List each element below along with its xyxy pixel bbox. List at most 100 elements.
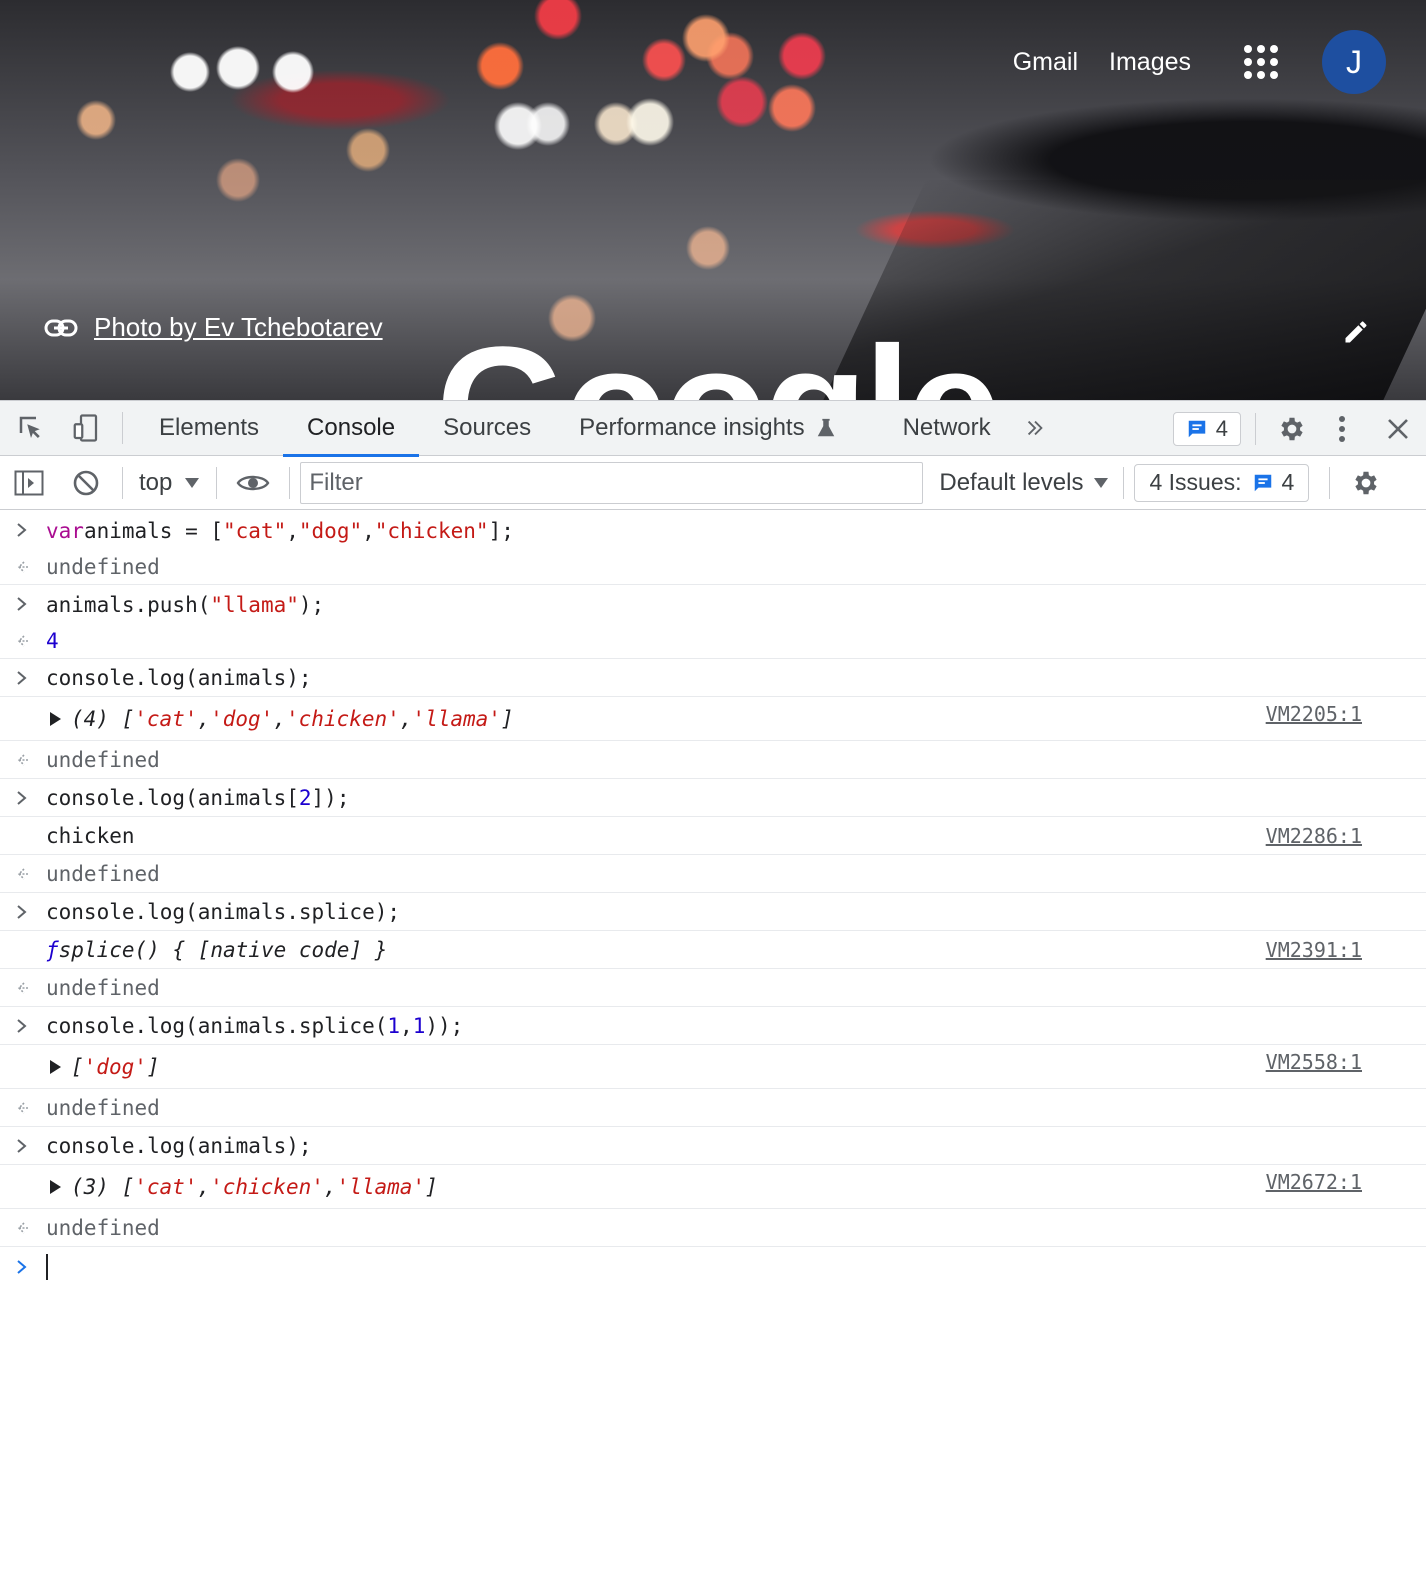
code-text: console.log(animals.splice); <box>46 899 401 924</box>
settings-gear-icon[interactable] <box>1270 401 1314 456</box>
input-chevron-icon <box>17 597 27 611</box>
divider <box>289 466 291 499</box>
devtools-tab-bar: Elements Console Sources Performance ins… <box>0 401 1426 457</box>
code-text: ]); <box>311 785 350 810</box>
context-select[interactable]: top <box>123 469 216 497</box>
console-input-line: animals.push("llama"); <box>0 585 1426 623</box>
code-text: console.log(animals); <box>46 665 312 690</box>
log-value: chicken <box>46 823 135 848</box>
top-links: Gmail Images J <box>1013 30 1386 94</box>
code-number: 1 <box>412 1013 426 1038</box>
array-item: 'dog' <box>210 706 274 731</box>
issues-message-icon <box>1254 474 1271 491</box>
array-preview: (3) [ <box>71 1174 135 1199</box>
source-link[interactable]: VM2672:1 <box>1266 1170 1362 1194</box>
array-sep: , <box>197 1174 211 1199</box>
input-chevron-icon <box>17 523 27 537</box>
input-chevron-icon <box>17 790 27 805</box>
tab-performance-insights[interactable]: Performance insights <box>555 401 860 456</box>
source-link[interactable]: VM2391:1 <box>1266 938 1362 962</box>
input-chevron-icon <box>17 1138 27 1153</box>
function-symbol: ƒ <box>46 937 59 962</box>
photo-credit: Photo by Ev Tchebotarev <box>44 312 383 343</box>
console-toolbar: top Default levels 4 Issues: <box>0 456 1426 510</box>
messages-badge-button[interactable]: 4 <box>1172 411 1241 446</box>
array-item: 'chicken' <box>210 1174 324 1199</box>
issues-count: 4 <box>1281 469 1295 495</box>
device-toolbar-icon[interactable] <box>62 401 110 456</box>
console-filter-input[interactable] <box>300 461 924 504</box>
google-homepage-background: Google Gmail Images J Photo by Ev Tchebo… <box>0 0 1426 400</box>
edit-pencil-icon[interactable] <box>1342 318 1370 346</box>
array-sep: , <box>197 706 211 731</box>
code-text: console.log(animals); <box>46 1133 312 1158</box>
console-result-line: undefined <box>0 1209 1426 1247</box>
messages-count: 4 <box>1215 415 1228 441</box>
function-preview: splice() { [native code] } <box>58 937 388 962</box>
more-tabs-chevron-icon[interactable] <box>1015 401 1055 456</box>
array-sep: , <box>273 706 286 731</box>
input-chevron-icon <box>17 1018 27 1033</box>
source-link[interactable]: VM2205:1 <box>1266 702 1362 726</box>
code-string: "cat" <box>223 519 287 543</box>
close-devtools-icon[interactable] <box>1370 401 1426 456</box>
source-link[interactable]: VM2286:1 <box>1266 824 1362 848</box>
console-result-line: undefined <box>0 550 1426 585</box>
source-link[interactable]: VM2558:1 <box>1266 1050 1362 1074</box>
tab-sources[interactable]: Sources <box>419 401 555 456</box>
console-settings-gear-icon[interactable] <box>1330 456 1402 510</box>
issues-button[interactable]: 4 Issues: 4 <box>1134 463 1310 502</box>
console-result-line: undefined <box>0 969 1426 1007</box>
log-levels-dropdown[interactable]: Default levels <box>939 469 1109 497</box>
avatar[interactable]: J <box>1322 30 1386 94</box>
prompt-chevron-icon <box>17 1260 27 1274</box>
array-item: 'llama' <box>412 706 501 731</box>
clear-console-icon[interactable] <box>58 456 114 510</box>
result-value: undefined <box>46 1215 160 1240</box>
result-arrow-icon <box>17 634 28 647</box>
array-item: 'llama' <box>336 1174 426 1199</box>
google-apps-icon[interactable] <box>1244 45 1278 79</box>
console-output: var animals = ["cat", "dog", "chicken"];… <box>0 510 1426 1287</box>
console-log-output: chicken VM2286:1 <box>0 817 1426 855</box>
console-input-line: console.log(animals); <box>0 659 1426 697</box>
console-input-line: console.log(animals.splice); <box>0 893 1426 931</box>
live-expression-eye-icon[interactable] <box>217 456 289 510</box>
console-result-line: undefined <box>0 1089 1426 1127</box>
code-text: , <box>286 519 299 543</box>
expand-triangle-icon[interactable] <box>50 711 61 726</box>
result-arrow-icon <box>17 867 28 880</box>
code-string: "dog" <box>298 519 363 543</box>
console-result-line: 4 <box>0 623 1426 659</box>
array-preview: [ <box>71 1054 84 1079</box>
code-text: console.log(animals.splice( <box>46 1013 388 1038</box>
dropdown-arrow-icon <box>1094 477 1109 488</box>
inspect-element-icon[interactable] <box>0 401 62 456</box>
dropdown-arrow-icon <box>185 477 200 488</box>
array-item: 'cat' <box>134 706 198 731</box>
show-sidebar-icon[interactable] <box>0 456 58 510</box>
code-text: animals.push( <box>46 593 211 617</box>
gmail-link[interactable]: Gmail <box>1013 48 1078 77</box>
code-text: , <box>400 1013 413 1038</box>
expand-triangle-icon[interactable] <box>50 1179 61 1194</box>
tab-elements[interactable]: Elements <box>135 401 283 456</box>
result-value: undefined <box>46 1095 160 1120</box>
console-log-output: (3) ['cat', 'chicken', 'llama'] VM2672:1 <box>0 1165 1426 1209</box>
result-arrow-icon <box>17 981 28 994</box>
images-link[interactable]: Images <box>1109 48 1191 77</box>
array-item: 'dog' <box>83 1054 147 1079</box>
photo-credit-link[interactable]: Photo by Ev Tchebotarev <box>94 312 383 343</box>
result-value: 4 <box>46 628 59 653</box>
divider <box>122 412 123 444</box>
array-preview-end: ] <box>425 1174 438 1199</box>
tab-console[interactable]: Console <box>283 401 420 457</box>
result-arrow-icon <box>17 753 28 766</box>
console-log-output: ƒ splice() { [native code] } VM2391:1 <box>0 931 1426 969</box>
issues-label: 4 Issues: <box>1149 469 1242 495</box>
console-prompt-input[interactable] <box>0 1247 1426 1287</box>
tab-network[interactable]: Network <box>879 401 1015 456</box>
expand-triangle-icon[interactable] <box>50 1059 61 1074</box>
console-result-line: undefined <box>0 855 1426 893</box>
more-options-icon[interactable] <box>1314 401 1370 456</box>
